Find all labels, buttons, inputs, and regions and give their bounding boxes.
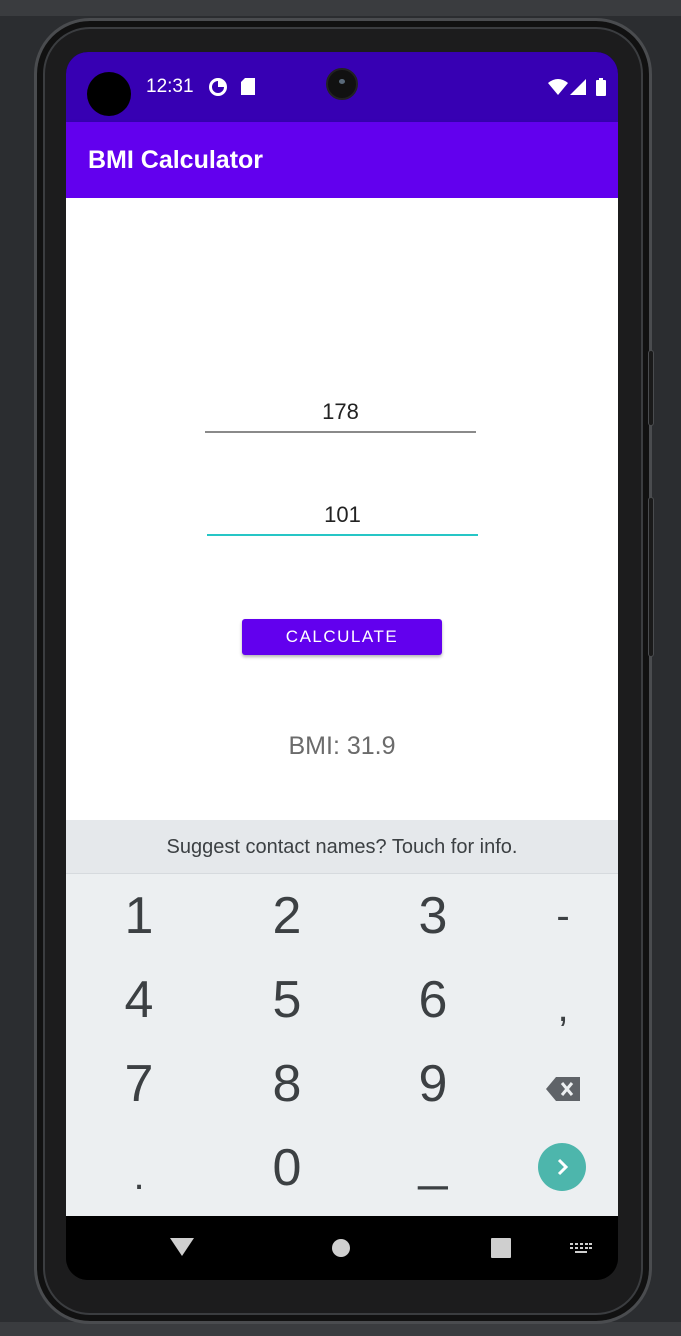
bmi-result: BMI: 31.9 [288, 732, 396, 760]
height-input-value: 178 [322, 399, 359, 424]
backspace-icon [546, 1077, 580, 1101]
data-saver-icon [209, 78, 227, 101]
keyboard-switch-icon[interactable] [570, 1242, 592, 1260]
navigation-bar [66, 1216, 618, 1280]
emulator-top-bar [0, 0, 681, 16]
battery-icon [596, 78, 606, 101]
key-9[interactable]: 9 [364, 1042, 502, 1126]
key-comma[interactable]: , [494, 966, 618, 1050]
wifi-icon [548, 79, 568, 100]
key-0[interactable]: 0 [218, 1126, 356, 1210]
numeric-keyboard: 1 2 3 - 4 5 6 , 7 8 9 . 0 _ [66, 874, 618, 1216]
signal-icon [570, 79, 586, 100]
weight-input-value: 101 [324, 502, 361, 527]
key-minus[interactable]: - [494, 874, 618, 958]
weight-input[interactable]: 101 [207, 496, 478, 536]
home-icon[interactable] [331, 1238, 351, 1263]
volume-button[interactable] [648, 350, 654, 426]
key-5[interactable]: 5 [218, 958, 356, 1042]
emulator-bottom-bar [0, 1322, 681, 1336]
key-4[interactable]: 4 [70, 958, 208, 1042]
camera-cutout [87, 72, 131, 116]
key-7[interactable]: 7 [70, 1042, 208, 1126]
device-screen: 12:31 BMI Calculator 178 101 CALCULATE B… [66, 52, 618, 1280]
back-icon[interactable] [170, 1238, 194, 1263]
key-8[interactable]: 8 [218, 1042, 356, 1126]
height-input[interactable]: 178 [205, 393, 476, 433]
backspace-key[interactable] [494, 1042, 618, 1126]
front-camera [326, 68, 358, 100]
status-bar: 12:31 [66, 52, 618, 122]
chevron-right-icon [557, 1158, 569, 1176]
power-button[interactable] [648, 497, 654, 657]
status-clock: 12:31 [146, 76, 194, 97]
main-content: 178 101 CALCULATE BMI: 31.9 [66, 198, 618, 820]
go-key[interactable] [538, 1143, 586, 1191]
app-bar: BMI Calculator [66, 122, 618, 198]
key-2[interactable]: 2 [218, 874, 356, 958]
sd-card-icon [241, 78, 255, 100]
weight-input-underline [207, 534, 478, 536]
key-underscore[interactable]: _ [364, 1120, 502, 1204]
key-period[interactable]: . [70, 1134, 208, 1218]
app-title: BMI Calculator [88, 146, 264, 174]
keyboard-suggestion-strip[interactable]: Suggest contact names? Touch for info. [66, 820, 618, 874]
key-3[interactable]: 3 [364, 874, 502, 958]
key-1[interactable]: 1 [70, 874, 208, 958]
calculate-button[interactable]: CALCULATE [242, 619, 442, 655]
key-6[interactable]: 6 [364, 958, 502, 1042]
height-input-underline [205, 431, 476, 433]
recents-icon[interactable] [491, 1238, 511, 1263]
